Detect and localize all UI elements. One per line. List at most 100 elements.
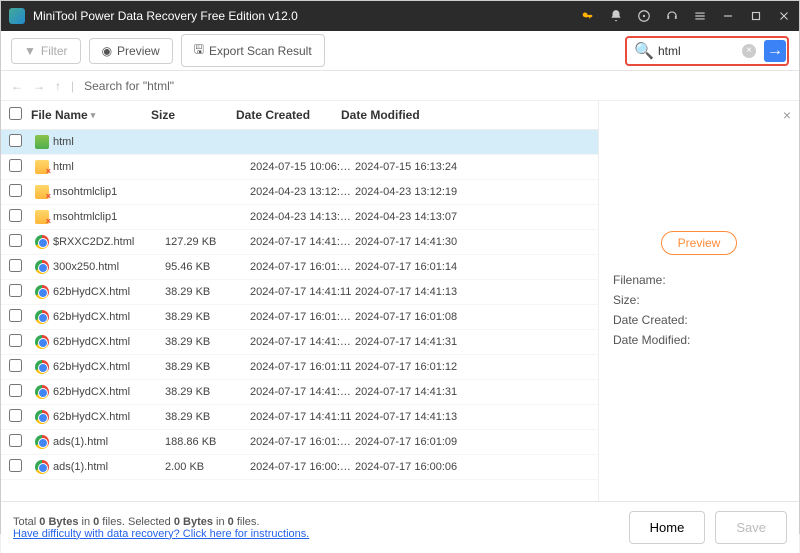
- table-row[interactable]: 62bHydCX.html 38.29 KB 2024-07-17 14:41:…: [1, 405, 598, 430]
- file-icon: [35, 285, 49, 299]
- preview-button[interactable]: ◉Preview: [89, 38, 173, 64]
- select-all-checkbox[interactable]: [9, 107, 22, 120]
- table-row[interactable]: ads(1).html 188.86 KB 2024-07-17 16:01:……: [1, 430, 598, 455]
- file-name: 62bHydCX.html: [53, 411, 165, 423]
- menu-icon[interactable]: [693, 9, 707, 23]
- file-modified: 2024-07-17 16:01:09: [355, 436, 495, 448]
- filter-button[interactable]: ▼Filter: [11, 38, 81, 64]
- row-checkbox[interactable]: [9, 134, 22, 147]
- row-checkbox[interactable]: [9, 209, 22, 222]
- close-icon[interactable]: [777, 9, 791, 23]
- preview-panel: × Preview Filename: Size: Date Created: …: [599, 101, 799, 501]
- row-checkbox[interactable]: [9, 359, 22, 372]
- table-row[interactable]: html 2024-07-15 10:06:… 2024-07-15 16:13…: [1, 155, 598, 180]
- table-row[interactable]: html: [1, 130, 598, 155]
- table-row[interactable]: 62bHydCX.html 38.29 KB 2024-07-17 14:41:…: [1, 330, 598, 355]
- file-name: 300x250.html: [53, 261, 165, 273]
- file-name: msohtmlclip1: [53, 186, 165, 198]
- file-modified: 2024-07-17 14:41:30: [355, 236, 495, 248]
- row-checkbox[interactable]: [9, 259, 22, 272]
- row-checkbox[interactable]: [9, 384, 22, 397]
- headset-icon[interactable]: [665, 9, 679, 23]
- file-modified: 2024-07-15 16:13:24: [355, 161, 495, 173]
- row-checkbox[interactable]: [9, 434, 22, 447]
- nav-forward-icon[interactable]: →: [33, 79, 45, 93]
- file-size: 38.29 KB: [165, 311, 250, 323]
- table-row[interactable]: $RXXC2DZ.html 127.29 KB 2024-07-17 14:41…: [1, 230, 598, 255]
- minimize-icon[interactable]: [721, 9, 735, 23]
- file-size: 127.29 KB: [165, 236, 250, 248]
- nav-up-icon[interactable]: ↑: [55, 79, 61, 93]
- home-button[interactable]: Home: [629, 511, 706, 544]
- export-icon: 🖫: [194, 40, 204, 61]
- key-icon[interactable]: [581, 9, 595, 23]
- file-name: msohtmlclip1: [53, 211, 165, 223]
- table-row[interactable]: 62bHydCX.html 38.29 KB 2024-07-17 14:41:…: [1, 280, 598, 305]
- file-size: 38.29 KB: [165, 411, 250, 423]
- titlebar: MiniTool Power Data Recovery Free Editio…: [1, 1, 799, 31]
- file-icon: [35, 310, 49, 324]
- file-icon: [35, 335, 49, 349]
- file-created: 2024-07-17 14:41:11: [250, 286, 355, 298]
- col-name[interactable]: File Name: [31, 108, 88, 122]
- bell-icon[interactable]: [609, 9, 623, 23]
- table-row[interactable]: msohtmlclip1 2024-04-23 13:12:… 2024-04-…: [1, 180, 598, 205]
- col-size[interactable]: Size: [151, 108, 236, 122]
- status-text: Total 0 Bytes in 0 files. Selected 0 Byt…: [13, 516, 619, 540]
- file-created: 2024-07-17 14:41:…: [250, 236, 355, 248]
- file-created: 2024-07-17 14:41:…: [250, 336, 355, 348]
- save-button[interactable]: Save: [715, 511, 787, 544]
- file-icon: [35, 235, 49, 249]
- table-row[interactable]: 62bHydCX.html 38.29 KB 2024-07-17 16:01:…: [1, 305, 598, 330]
- file-modified: 2024-04-23 13:12:19: [355, 186, 495, 198]
- table-row[interactable]: 62bHydCX.html 38.29 KB 2024-07-17 14:41:…: [1, 380, 598, 405]
- row-checkbox[interactable]: [9, 409, 22, 422]
- clear-search-icon[interactable]: ×: [742, 44, 756, 58]
- file-name: html: [53, 136, 165, 148]
- file-modified: 2024-07-17 14:41:31: [355, 336, 495, 348]
- file-icon: [35, 460, 49, 474]
- search-submit-button[interactable]: →: [764, 40, 786, 62]
- file-created: 2024-07-17 14:41:11: [250, 411, 355, 423]
- row-checkbox[interactable]: [9, 184, 22, 197]
- preview-size-label: Size:: [613, 293, 785, 307]
- file-name: ads(1).html: [53, 461, 165, 473]
- search-icon: 🔍: [634, 41, 654, 61]
- file-icon: [35, 135, 49, 149]
- row-checkbox[interactable]: [9, 309, 22, 322]
- file-list[interactable]: File Name▾ Size Date Created Date Modifi…: [1, 101, 599, 501]
- file-icon: [35, 210, 49, 224]
- row-checkbox[interactable]: [9, 234, 22, 247]
- export-button[interactable]: 🖫Export Scan Result: [181, 34, 325, 67]
- search-input[interactable]: [658, 44, 738, 58]
- col-created[interactable]: Date Created: [236, 108, 341, 122]
- col-modified[interactable]: Date Modified: [341, 108, 481, 122]
- file-name: 62bHydCX.html: [53, 311, 165, 323]
- table-row[interactable]: ads(1).html 2.00 KB 2024-07-17 16:00:… 2…: [1, 455, 598, 480]
- preview-file-button[interactable]: Preview: [661, 231, 738, 255]
- file-modified: 2024-07-17 16:00:06: [355, 461, 495, 473]
- breadcrumb: ← → ↑ | Search for "html": [1, 71, 799, 101]
- file-icon: [35, 410, 49, 424]
- file-created: 2024-07-17 16:01:…: [250, 311, 355, 323]
- nav-back-icon[interactable]: ←: [11, 79, 23, 93]
- maximize-icon[interactable]: [749, 9, 763, 23]
- row-checkbox[interactable]: [9, 284, 22, 297]
- eye-icon: ◉: [102, 44, 112, 58]
- table-row[interactable]: 300x250.html 95.46 KB 2024-07-17 16:01:……: [1, 255, 598, 280]
- table-row[interactable]: msohtmlclip1 2024-04-23 14:13:… 2024-04-…: [1, 205, 598, 230]
- row-checkbox[interactable]: [9, 334, 22, 347]
- breadcrumb-label: Search for "html": [84, 79, 174, 93]
- preview-modified-label: Date Modified:: [613, 333, 785, 347]
- file-modified: 2024-07-17 14:41:13: [355, 286, 495, 298]
- file-size: 38.29 KB: [165, 286, 250, 298]
- row-checkbox[interactable]: [9, 159, 22, 172]
- file-name: 62bHydCX.html: [53, 336, 165, 348]
- disc-icon[interactable]: [637, 9, 651, 23]
- file-name: html: [53, 161, 165, 173]
- app-title: MiniTool Power Data Recovery Free Editio…: [33, 9, 581, 23]
- table-row[interactable]: 62bHydCX.html 38.29 KB 2024-07-17 16:01:…: [1, 355, 598, 380]
- close-preview-icon[interactable]: ×: [783, 107, 791, 123]
- file-name: 62bHydCX.html: [53, 361, 165, 373]
- row-checkbox[interactable]: [9, 459, 22, 472]
